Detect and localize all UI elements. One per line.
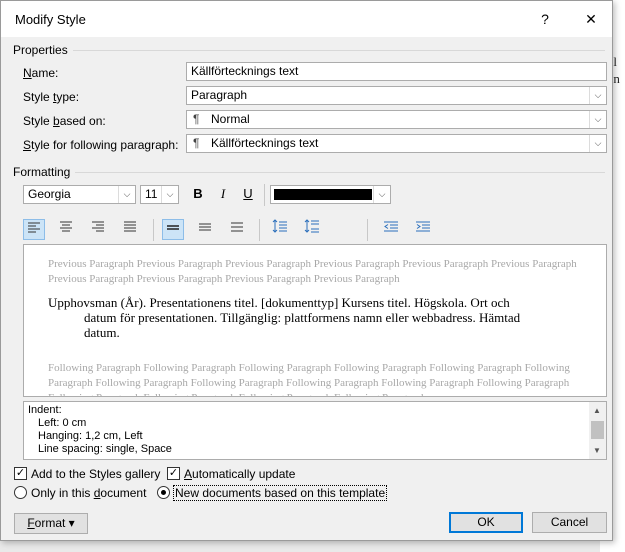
chevron-down-icon: ⌵ [161,186,178,203]
single-spacing-icon [167,225,179,230]
auto-update-checkbox[interactable]: ✓ [167,467,180,480]
style-type-label: Style type: [23,90,80,104]
checkmark-icon: ✓ [168,467,179,479]
double-spacing-icon [231,222,243,232]
align-left-icon [28,222,40,233]
scroll-thumb[interactable] [591,421,604,439]
font-color-swatch [274,189,372,200]
chevron-down-icon: ⌵ [589,135,606,152]
new-documents-label: New documents based on this template [173,485,388,501]
formatting-section-label: Formatting [13,165,71,179]
scroll-down-icon[interactable]: ▼ [593,446,601,455]
decrease-indent-button[interactable] [380,219,402,240]
space-after-icon [304,219,319,233]
font-color-select[interactable]: ⌵ [270,185,391,204]
based-on-label: Style based on: [23,114,106,128]
one-half-spacing-button[interactable] [194,219,216,240]
following-paragraph-text: Following Paragraph Following Paragraph … [48,362,570,396]
chevron-down-icon: ⌵ [589,111,606,128]
style-description: Indent: Left: 0 cm Hanging: 1,2 cm, Left… [23,401,607,460]
add-to-gallery-label: Add to the Styles gallery [31,467,161,481]
chevron-down-icon: ⌵ [118,186,135,203]
sample-line: Upphovsman (År). Presentationens titel. … [48,295,510,310]
based-on-value: Normal [211,112,250,126]
following-label: Style for following paragraph: [23,138,179,152]
increase-indent-icon [416,221,430,232]
style-type-select[interactable]: Paragraph ⌵ [186,86,607,105]
name-label: Name: [23,66,59,80]
align-center-button[interactable] [55,219,77,240]
divider [259,219,260,241]
align-right-button[interactable] [87,219,109,240]
style-type-value: Paragraph [191,88,248,102]
cancel-button[interactable]: Cancel [532,512,607,533]
only-in-document-radio[interactable] [14,486,27,499]
description-line: Left: 0 cm [38,417,87,429]
divider [73,50,605,51]
font-size-value: 11 [145,187,158,201]
previous-paragraph-text: Previous Paragraph Previous Paragraph Pr… [48,258,577,285]
divider [153,219,154,241]
decrease-indent-icon [384,221,398,232]
description-line: Hanging: 1,2 cm, Left [38,430,143,442]
only-in-document-label: Only in this document [31,486,147,500]
following-value: Källförtecknings text [211,136,319,150]
sample-paragraph: Upphovsman (År). Presentationens titel. … [48,295,548,340]
ok-button[interactable]: OK [449,512,523,533]
underline-button[interactable]: U [237,184,259,205]
scroll-up-icon[interactable]: ▲ [593,406,601,415]
align-left-button[interactable] [23,219,45,240]
divider [264,184,265,206]
font-size-select[interactable]: 11 ⌵ [140,185,179,204]
space-before-icon [272,219,287,233]
bold-button[interactable]: B [187,184,209,205]
description-scrollbar[interactable]: ▲ ▼ [589,402,606,459]
paragraph-mark-icon: ¶ [193,112,200,126]
radio-selected-dot [161,490,166,495]
description-line: Line spacing: single, Space [38,443,172,455]
auto-update-label: Automatically update [184,467,296,481]
help-button[interactable]: ? [533,9,557,29]
name-input[interactable]: Källförtecknings text [186,62,607,81]
divider [75,172,605,173]
chevron-down-icon: ⌵ [373,186,390,203]
space-before-button[interactable] [269,219,291,240]
style-preview: Previous Paragraph Previous Paragraph Pr… [23,244,607,397]
title-bar: Modify Style ? ✕ [1,1,612,37]
sample-line: datum för presentationen. Tillgänglig: p… [84,310,521,325]
justify-button[interactable] [119,219,141,240]
close-button[interactable]: ✕ [579,9,603,29]
space-after-button[interactable] [301,219,323,240]
single-spacing-button[interactable] [162,219,184,240]
font-select[interactable]: Georgia ⌵ [23,185,136,204]
justify-icon [124,221,136,232]
based-on-select[interactable]: ¶ Normal ⌵ [186,110,607,129]
description-line: Indent: [28,404,62,416]
new-documents-radio[interactable] [157,486,170,499]
checkmark-icon: ✓ [15,467,26,479]
dialog-title: Modify Style [15,12,86,27]
italic-button[interactable]: I [212,184,234,205]
font-value: Georgia [28,187,71,201]
double-spacing-button[interactable] [226,219,248,240]
one-half-spacing-icon [199,223,211,231]
divider [367,219,368,241]
following-select[interactable]: ¶ Källförtecknings text ⌵ [186,134,607,153]
modify-style-dialog: Modify Style ? ✕ Properties Name: Källfö… [0,0,613,541]
increase-indent-button[interactable] [412,219,434,240]
add-to-gallery-checkbox[interactable]: ✓ [14,467,27,480]
align-center-icon [60,221,72,232]
format-button[interactable]: Format ▾ [14,513,88,534]
paragraph-mark-icon: ¶ [193,136,200,150]
sample-line: datum. [84,325,120,340]
chevron-down-icon: ⌵ [589,87,606,104]
align-right-icon [92,221,104,232]
properties-section-label: Properties [13,43,68,57]
